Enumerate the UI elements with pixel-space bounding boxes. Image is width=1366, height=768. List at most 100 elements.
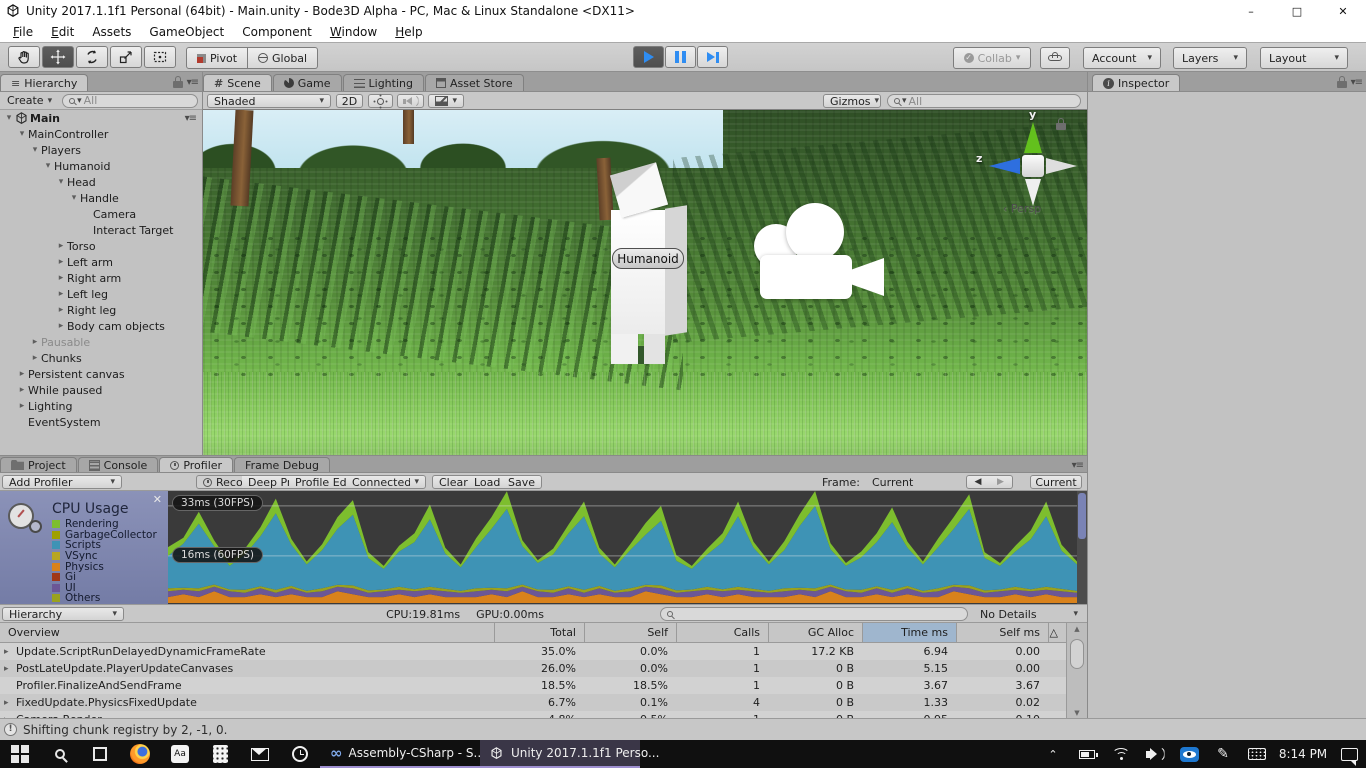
touch-keyboard-tray-icon[interactable]: [1240, 740, 1274, 768]
menu-component[interactable]: Component: [233, 25, 321, 39]
tab-hierarchy[interactable]: ≡Hierarchy: [0, 74, 88, 91]
column-header-time-ms[interactable]: Time ms: [862, 623, 956, 642]
rect-tool-button[interactable]: [144, 46, 176, 68]
legend-others[interactable]: Others: [52, 593, 166, 604]
perspective-toggle[interactable]: ‹ Persp: [1003, 202, 1041, 215]
tab-profiler[interactable]: Profiler: [159, 457, 233, 472]
profiler-search-input[interactable]: [660, 607, 968, 621]
current-frame-button[interactable]: Current: [1030, 475, 1082, 489]
tab-console[interactable]: Console: [78, 457, 159, 472]
column-header-self[interactable]: Self: [584, 623, 676, 642]
pause-button[interactable]: [665, 46, 696, 68]
tree-item-eventsystem[interactable]: EventSystem: [0, 414, 202, 430]
humanoid-left-leg[interactable]: [611, 334, 638, 364]
foldout-collapsed-icon[interactable]: ▸: [4, 664, 14, 674]
column-header-total[interactable]: Total: [494, 623, 584, 642]
menu-gameobject[interactable]: GameObject: [140, 25, 233, 39]
create-dropdown[interactable]: Create▾: [3, 94, 56, 108]
foldout-collapsed-icon[interactable]: ▸: [55, 305, 67, 315]
tree-item-while-paused[interactable]: ▸While paused: [0, 382, 202, 398]
eye-app-tray-icon[interactable]: [1172, 740, 1206, 768]
hand-tool-button[interactable]: [8, 46, 40, 68]
scale-tool-button[interactable]: [110, 46, 142, 68]
tray-expand-button[interactable]: ⌃: [1036, 740, 1070, 768]
foldout-collapsed-icon[interactable]: ▸: [55, 273, 67, 283]
gizmos-dropdown[interactable]: Gizmos▾: [823, 94, 881, 108]
scrollbar-thumb[interactable]: [1070, 639, 1084, 669]
taskbar-search-button[interactable]: [40, 740, 80, 768]
column-header-overview[interactable]: Overview: [0, 623, 494, 642]
menu-edit[interactable]: Edit: [42, 25, 83, 39]
panel-menu-icon[interactable]: ▾≡: [1072, 460, 1083, 471]
cloud-services-button[interactable]: [1040, 47, 1070, 69]
scroll-up-icon[interactable]: ▲: [1067, 623, 1087, 635]
table-row[interactable]: ▸PostLateUpdate.PlayerUpdateCanvases26.0…: [0, 660, 1066, 677]
axis-z-cone[interactable]: [989, 158, 1020, 174]
tree-item-left-leg[interactable]: ▸Left leg: [0, 286, 202, 302]
tree-item-head[interactable]: ▾Head: [0, 174, 202, 190]
tree-item-pausable[interactable]: ▸Pausable: [0, 334, 202, 350]
tree-item-left-arm[interactable]: ▸Left arm: [0, 254, 202, 270]
add-profiler-dropdown[interactable]: Add Profiler▾: [2, 475, 122, 489]
account-dropdown[interactable]: Account▾: [1083, 47, 1161, 69]
tab-inspector[interactable]: iInspector: [1092, 74, 1180, 91]
next-frame-button[interactable]: ▶: [989, 475, 1013, 489]
foldout-collapsed-icon[interactable]: ▸: [55, 289, 67, 299]
cpu-usage-chart[interactable]: 33ms (30FPS) 16ms (60FPS): [168, 491, 1077, 604]
start-button[interactable]: [0, 740, 40, 768]
humanoid-torso-side[interactable]: [665, 205, 687, 335]
tab-scene[interactable]: #Scene: [203, 74, 272, 91]
tree-item-camera[interactable]: Camera: [0, 206, 202, 222]
wifi-tray-icon[interactable]: [1104, 740, 1138, 768]
dictionary-taskbar-button[interactable]: Aa: [160, 740, 200, 768]
mail-taskbar-button[interactable]: [240, 740, 280, 768]
humanoid-right-leg[interactable]: [644, 334, 665, 364]
foldout-expanded-icon[interactable]: ▾: [3, 113, 15, 123]
taskbar-app-vs[interactable]: ∞Assembly-CSharp - S...: [320, 740, 480, 768]
foldout-expanded-icon[interactable]: ▾: [29, 145, 41, 155]
foldout-collapsed-icon[interactable]: ▸: [16, 385, 28, 395]
pen-tray-icon[interactable]: ✎: [1206, 740, 1240, 768]
panel-menu-icon[interactable]: ▾≡: [1351, 77, 1362, 88]
axis-y-cone[interactable]: [1024, 122, 1042, 153]
foldout-collapsed-icon[interactable]: ▸: [29, 353, 41, 363]
foldout-collapsed-icon[interactable]: ▸: [4, 647, 14, 657]
tree-item-humanoid[interactable]: ▾Humanoid: [0, 158, 202, 174]
scrollbar-thumb[interactable]: [1078, 493, 1086, 539]
draw-mode-dropdown[interactable]: Shaded▾: [207, 94, 331, 108]
hierarchy-search-input[interactable]: ▾ All: [62, 94, 198, 108]
move-tool-button[interactable]: [42, 46, 74, 68]
lock-icon[interactable]: [173, 76, 183, 88]
foldout-expanded-icon[interactable]: ▾: [16, 129, 28, 139]
previous-frame-button[interactable]: ◀: [966, 475, 990, 489]
status-bar[interactable]: ! Shifting chunk registry by 2, -1, 0.: [0, 718, 1366, 740]
axis-center-cube[interactable]: [1022, 155, 1044, 177]
tree-item-interact-target[interactable]: Interact Target: [0, 222, 202, 238]
tab-asset-store[interactable]: Asset Store: [425, 74, 524, 91]
layout-dropdown[interactable]: Layout▾: [1260, 47, 1348, 69]
tree-item-persistent-canvas[interactable]: ▸Persistent canvas: [0, 366, 202, 382]
taskbar-clock[interactable]: 8:14 PM: [1274, 747, 1332, 761]
foldout-collapsed-icon[interactable]: ▸: [29, 337, 41, 347]
scene-viewport[interactable]: Humanoid y z ‹ Persp: [203, 110, 1087, 455]
tab-frame-debug[interactable]: Frame Debug: [234, 457, 330, 472]
collab-button[interactable]: ✓Collab▾: [953, 47, 1031, 69]
table-row[interactable]: ▸Update.ScriptRunDelayedDynamicFrameRate…: [0, 643, 1066, 660]
foldout-expanded-icon[interactable]: ▾: [55, 177, 67, 187]
battery-tray-icon[interactable]: [1070, 740, 1104, 768]
minimize-button[interactable]: –: [1228, 0, 1274, 22]
tree-item-main[interactable]: ▾Main▾≡: [0, 110, 202, 126]
tab-lighting[interactable]: Lighting: [343, 74, 424, 91]
tab-project[interactable]: Project: [0, 457, 77, 472]
tab-game[interactable]: Game: [273, 74, 342, 91]
volume-tray-icon[interactable]: [1138, 740, 1172, 768]
foldout-expanded-icon[interactable]: ▾: [68, 193, 80, 203]
tree-item-chunks[interactable]: ▸Chunks: [0, 350, 202, 366]
tree-item-right-arm[interactable]: ▸Right arm: [0, 270, 202, 286]
cpu-usage-module[interactable]: ✕ CPU Usage RenderingGarbageCollectorScr…: [0, 491, 168, 604]
tree-item-lighting[interactable]: ▸Lighting: [0, 398, 202, 414]
table-scrollbar[interactable]: ▲ ▼: [1066, 623, 1087, 719]
column-header-gc-alloc[interactable]: GC Alloc: [768, 623, 862, 642]
tree-item-right-leg[interactable]: ▸Right leg: [0, 302, 202, 318]
scene-audio-toggle[interactable]: [397, 94, 424, 108]
